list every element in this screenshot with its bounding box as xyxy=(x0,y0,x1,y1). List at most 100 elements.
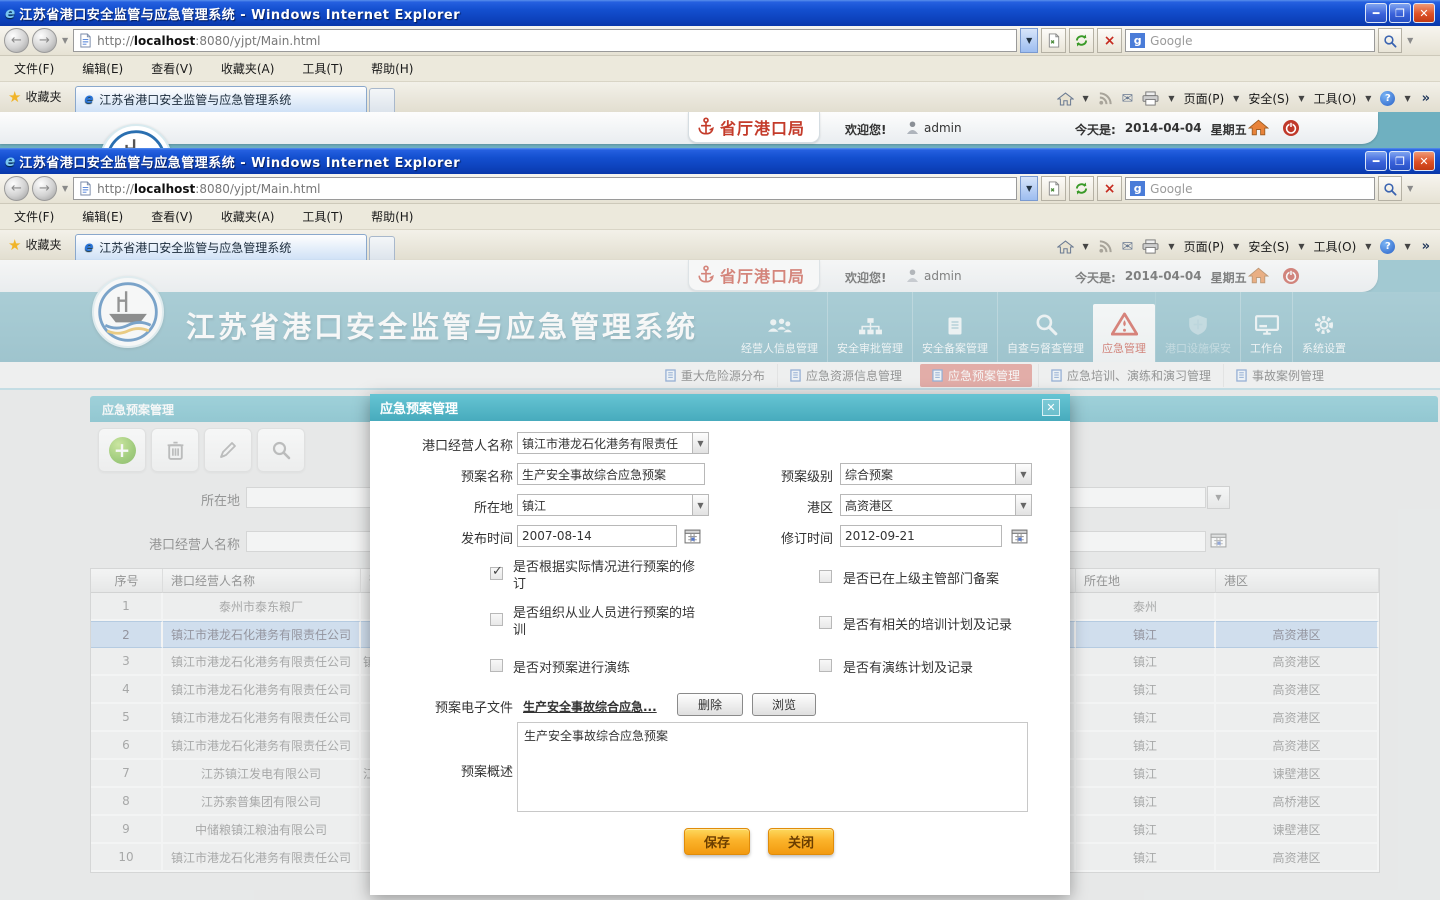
new-tab-stub[interactable] xyxy=(369,88,395,112)
help-icon[interactable]: ? xyxy=(1380,239,1395,254)
safety-menu[interactable]: 安全(S) xyxy=(1248,238,1289,255)
print-dropdown-icon[interactable]: ▼ xyxy=(1168,242,1174,251)
port-area-dropdown-icon[interactable]: ▼ xyxy=(1016,494,1032,516)
checkbox-training-records[interactable] xyxy=(819,616,832,629)
nav-item-系统设置[interactable]: 系统设置 xyxy=(1292,292,1355,362)
checkbox-drill-records[interactable] xyxy=(819,659,832,672)
menu-帮助(H)[interactable]: 帮助(H) xyxy=(371,60,413,77)
publish-date-input[interactable]: 2007-08-14 xyxy=(517,525,677,547)
nav-item-应急管理[interactable]: 应急管理 xyxy=(1093,304,1155,362)
plan-name-input[interactable]: 生产安全事故综合应急预案 xyxy=(517,463,705,485)
safety-menu[interactable]: 安全(S) xyxy=(1248,90,1289,107)
stop-button[interactable]: × xyxy=(1097,176,1122,201)
address-input[interactable]: http://localhost:8080/yjpt/Main.html xyxy=(73,177,1017,200)
save-button[interactable]: 保存 xyxy=(684,828,750,855)
toolbar-overflow-icon[interactable]: » xyxy=(1422,239,1430,254)
subnav-item-应急资源信息管理[interactable]: 应急资源信息管理 xyxy=(777,364,914,387)
nav-item-经营人信息管理[interactable]: 经营人信息管理 xyxy=(732,292,827,362)
power-icon[interactable] xyxy=(1282,119,1300,137)
menu-收藏夹(A)[interactable]: 收藏夹(A) xyxy=(221,208,275,225)
search-input[interactable]: g Google xyxy=(1125,29,1375,52)
refresh-button[interactable] xyxy=(1069,176,1094,201)
browse-file-button[interactable]: 浏览 xyxy=(752,693,816,716)
nav-item-工作台[interactable]: 工作台 xyxy=(1240,292,1292,362)
minimize-button[interactable]: ━ xyxy=(1365,3,1387,23)
close-button[interactable]: ✕ xyxy=(1413,3,1435,23)
search-dropdown-icon[interactable]: ▼ xyxy=(1407,184,1413,193)
subnav-item-应急培训、演练和演习管理[interactable]: 应急培训、演练和演习管理 xyxy=(1038,364,1223,387)
delete-button[interactable] xyxy=(151,428,199,472)
plan-level-dropdown-icon[interactable]: ▼ xyxy=(1016,463,1032,485)
browser-tab[interactable]: e 江苏省港口安全监管与应急管理系统 xyxy=(75,86,367,112)
minimize-button[interactable]: ━ xyxy=(1365,151,1387,171)
favorites-label[interactable]: 收藏夹 xyxy=(25,88,61,105)
print-dropdown-icon[interactable]: ▼ xyxy=(1168,94,1174,103)
checkbox-plan-revision[interactable] xyxy=(490,567,503,580)
menu-查看(V)[interactable]: 查看(V) xyxy=(151,60,193,77)
tools-menu[interactable]: 工具(O) xyxy=(1313,238,1356,255)
favorites-star-icon[interactable]: ★ xyxy=(8,236,21,254)
page-menu[interactable]: 页面(P) xyxy=(1184,238,1225,255)
rss-icon[interactable] xyxy=(1098,239,1113,254)
home-icon[interactable] xyxy=(1248,118,1269,137)
subnav-item-重大危险源分布[interactable]: 重大危险源分布 xyxy=(653,364,777,387)
menu-查看(V)[interactable]: 查看(V) xyxy=(151,208,193,225)
checkbox-filed-superior[interactable] xyxy=(819,570,832,583)
nav-item-自查与督查管理[interactable]: 自查与督查管理 xyxy=(997,292,1093,362)
maximize-button[interactable]: ❐ xyxy=(1389,3,1411,23)
address-dropdown-button[interactable]: ▼ xyxy=(1020,176,1038,201)
forward-button[interactable]: → xyxy=(32,176,57,201)
printer-icon[interactable] xyxy=(1142,239,1159,254)
new-tab-stub[interactable] xyxy=(369,236,395,260)
forward-button[interactable]: → xyxy=(32,28,57,53)
power-icon[interactable] xyxy=(1282,267,1300,285)
help-icon[interactable]: ? xyxy=(1380,91,1395,106)
close-dialog-button[interactable]: 关闭 xyxy=(768,828,834,855)
favorites-label[interactable]: 收藏夹 xyxy=(25,236,61,253)
search-input[interactable]: g Google xyxy=(1125,177,1375,200)
address-dropdown-button[interactable]: ▼ xyxy=(1020,28,1038,53)
menu-收藏夹(A)[interactable]: 收藏夹(A) xyxy=(221,60,275,77)
menu-文件(F)[interactable]: 文件(F) xyxy=(14,208,54,225)
compatibility-view-button[interactable] xyxy=(1041,176,1066,201)
back-button[interactable]: ← xyxy=(4,176,29,201)
home-dropdown-icon[interactable]: ▼ xyxy=(1083,242,1089,251)
home-toolbar-icon[interactable] xyxy=(1057,239,1074,255)
mail-icon[interactable]: ✉ xyxy=(1122,91,1134,107)
filter-calendar-icon[interactable] xyxy=(1209,531,1228,549)
revise-calendar-icon[interactable] xyxy=(1010,527,1029,545)
back-button[interactable]: ← xyxy=(4,28,29,53)
delete-file-button[interactable]: 删除 xyxy=(677,693,743,716)
checkbox-drill[interactable] xyxy=(490,659,503,672)
browser-tab[interactable]: e 江苏省港口安全监管与应急管理系统 xyxy=(75,234,367,260)
subnav-item-事故案例管理[interactable]: 事故案例管理 xyxy=(1223,364,1336,387)
home-dropdown-icon[interactable]: ▼ xyxy=(1083,94,1089,103)
stop-button[interactable]: × xyxy=(1097,28,1122,53)
menu-编辑(E)[interactable]: 编辑(E) xyxy=(82,208,123,225)
favorites-star-icon[interactable]: ★ xyxy=(8,88,21,106)
plan-file-link[interactable]: 生产安全事故综合应急... xyxy=(523,698,657,715)
refresh-button[interactable] xyxy=(1069,28,1094,53)
add-button[interactable]: + xyxy=(98,428,146,472)
nav-item-安全审批管理[interactable]: 安全审批管理 xyxy=(827,292,912,362)
edit-button[interactable] xyxy=(204,428,252,472)
summary-textarea[interactable] xyxy=(517,722,1028,812)
mail-icon[interactable]: ✉ xyxy=(1122,239,1134,255)
operator-select[interactable]: 镇江市港龙石化港务有限责任 xyxy=(517,432,693,454)
address-input[interactable]: http://localhost:8080/yjpt/Main.html xyxy=(73,29,1017,52)
compatibility-view-button[interactable] xyxy=(1041,28,1066,53)
window-titlebar[interactable]: e 江苏省港口安全监管与应急管理系统 - Windows Internet Ex… xyxy=(0,0,1440,26)
nav-item-安全备案管理[interactable]: 安全备案管理 xyxy=(912,292,997,362)
menu-编辑(E)[interactable]: 编辑(E) xyxy=(82,60,123,77)
page-menu[interactable]: 页面(P) xyxy=(1184,90,1225,107)
menu-文件(F)[interactable]: 文件(F) xyxy=(14,60,54,77)
menu-工具(T)[interactable]: 工具(T) xyxy=(302,60,343,77)
dialog-close-icon[interactable]: ✕ xyxy=(1042,399,1060,416)
close-button[interactable]: ✕ xyxy=(1413,151,1435,171)
maximize-button[interactable]: ❐ xyxy=(1389,151,1411,171)
home-icon[interactable] xyxy=(1248,266,1269,285)
search-button[interactable] xyxy=(1378,176,1402,201)
home-toolbar-icon[interactable] xyxy=(1057,91,1074,107)
filter-dropdown-button[interactable]: ▼ xyxy=(1207,486,1230,509)
port-area-select[interactable]: 高资港区 xyxy=(840,494,1016,516)
